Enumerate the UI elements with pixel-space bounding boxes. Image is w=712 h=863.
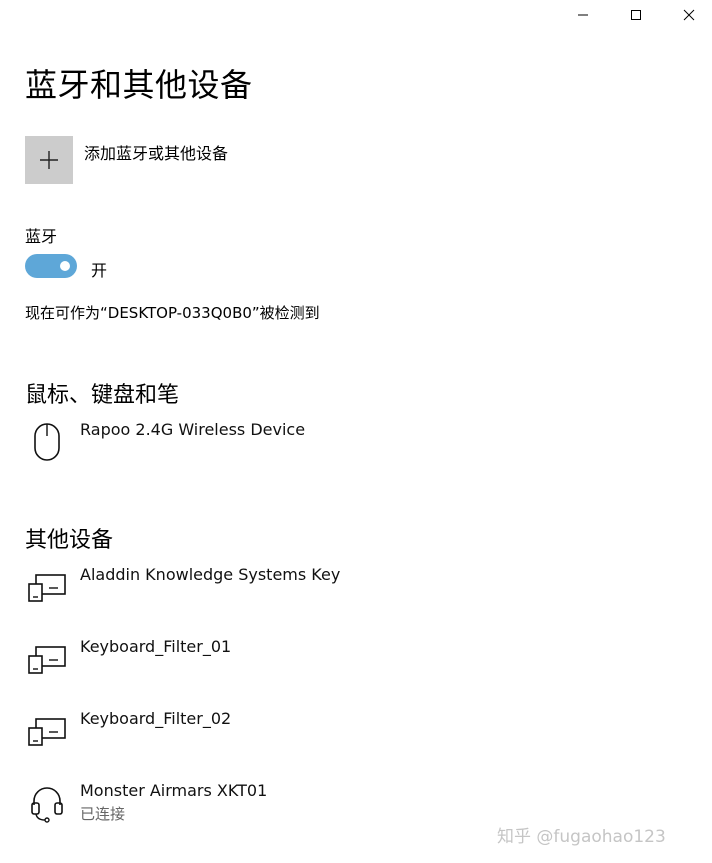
device-icon — [25, 709, 69, 753]
close-icon — [683, 9, 695, 21]
maximize-button[interactable] — [613, 0, 659, 30]
page-title: 蓝牙和其他设备 — [25, 66, 253, 104]
device-item-rapoo[interactable]: Rapoo 2.4G Wireless Device — [25, 420, 305, 464]
device-item-keyboard-filter-01[interactable]: Keyboard_Filter_01 — [25, 637, 231, 681]
mouse-icon — [25, 420, 69, 464]
device-name: Keyboard_Filter_02 — [80, 709, 232, 728]
device-item-aladdin[interactable]: Aladdin Knowledge Systems Key — [25, 565, 340, 609]
device-name: Aladdin Knowledge Systems Key — [80, 565, 341, 584]
bluetooth-label: 蓝牙 — [25, 227, 58, 246]
device-icon — [25, 637, 69, 681]
minimize-icon — [577, 9, 589, 21]
maximize-icon — [630, 9, 642, 21]
device-status: 已连接 — [80, 805, 126, 823]
discoverable-text: 现在可作为“DESKTOP-033Q0B0”被检测到 — [25, 304, 320, 322]
bluetooth-toggle[interactable] — [25, 254, 77, 278]
device-name: Keyboard_Filter_01 — [80, 637, 232, 656]
device-name: Rapoo 2.4G Wireless Device — [80, 420, 306, 439]
minimize-button[interactable] — [560, 0, 606, 30]
close-button[interactable] — [666, 0, 712, 30]
device-item-keyboard-filter-02[interactable]: Keyboard_Filter_02 — [25, 709, 231, 753]
watermark: 知乎 @fugaohao123 — [497, 827, 666, 847]
device-item-monster-airmars[interactable]: Monster Airmars XKT01 已连接 — [25, 781, 267, 825]
bluetooth-toggle-state: 开 — [91, 261, 108, 280]
plus-icon — [25, 136, 73, 184]
headset-icon — [25, 781, 69, 825]
other-section-title: 其他设备 — [25, 528, 114, 553]
mouse-section-title: 鼠标、键盘和笔 — [25, 383, 180, 408]
device-name: Monster Airmars XKT01 — [80, 781, 268, 800]
toggle-knob — [60, 261, 70, 271]
add-device-label: 添加蓝牙或其他设备 — [84, 144, 229, 163]
add-device-button[interactable]: 添加蓝牙或其他设备 — [25, 136, 228, 184]
device-icon — [25, 565, 69, 609]
